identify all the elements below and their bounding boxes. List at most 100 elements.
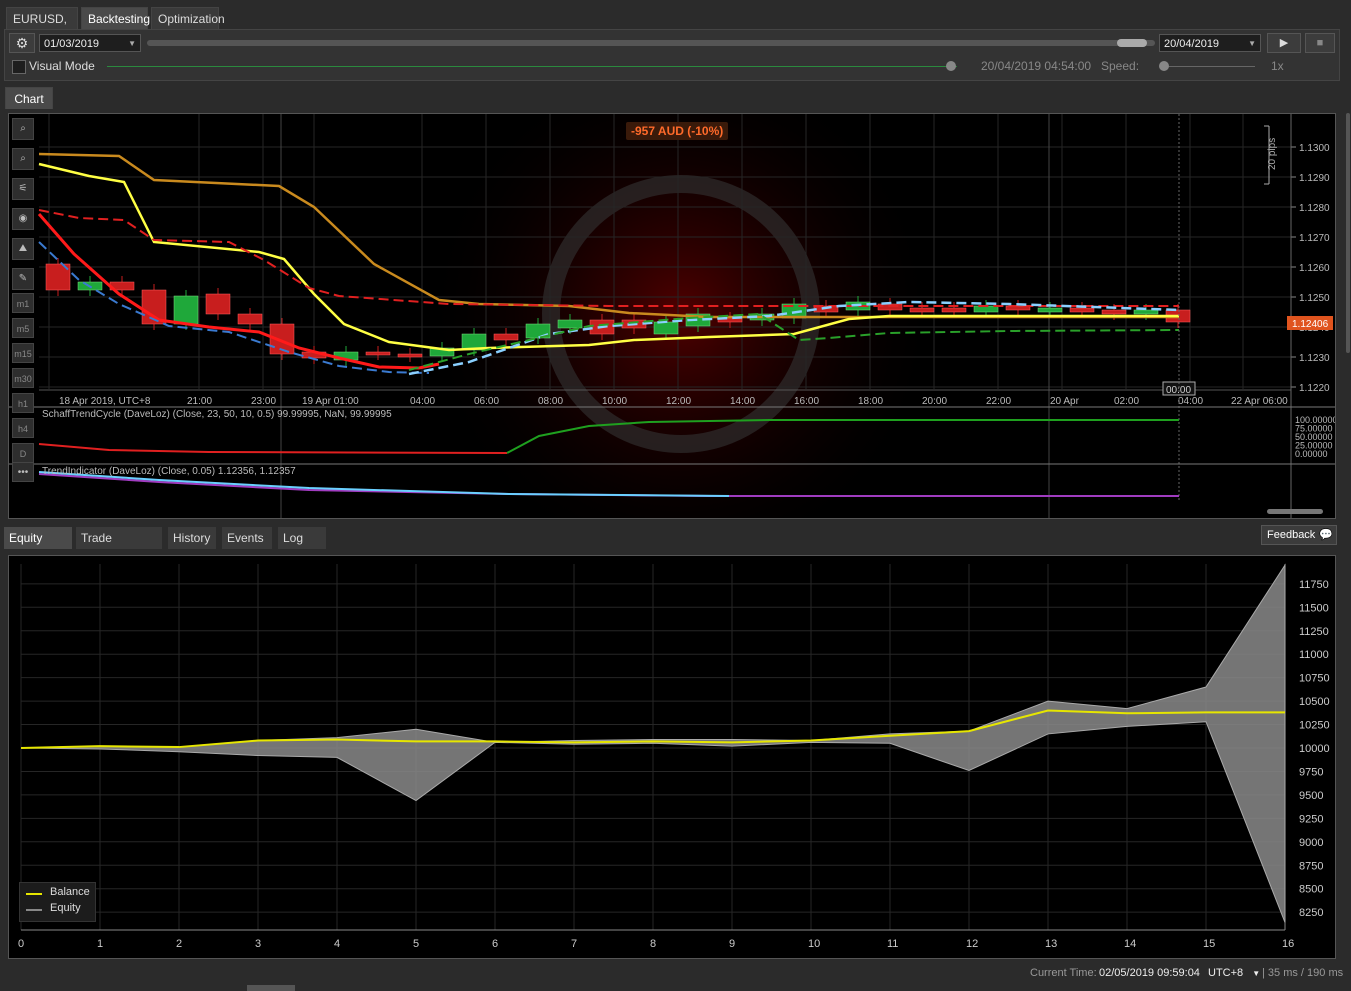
timeframe-m15-button[interactable]: m15 <box>12 343 34 363</box>
timeframe-m5-button[interactable]: m5 <box>12 318 34 338</box>
speed-label: Speed: <box>1101 59 1140 73</box>
drawing-icon[interactable]: ⛰ <box>12 238 34 260</box>
target-icon[interactable]: ◉ <box>12 208 34 230</box>
timezone-value: UTC+8 <box>1208 967 1244 979</box>
play-button[interactable]: ▶ <box>1267 33 1301 53</box>
tab-equity-chart[interactable]: Equity Chart <box>4 527 72 567</box>
date-range-slider[interactable] <box>147 40 1155 46</box>
timeframe-m1-button[interactable]: m1 <box>12 293 34 313</box>
equity-y-tick-label: 9500 <box>1299 790 1323 802</box>
zoom-in-icon[interactable]: ⌕ <box>12 118 34 140</box>
zoom-out-icon[interactable]: ⌕ <box>12 148 34 170</box>
equity-y-tick-label: 11500 <box>1299 602 1329 614</box>
timeframe-D-button[interactable]: D <box>12 443 34 463</box>
equity-x-tick-label: 0 <box>18 938 24 950</box>
timeframe-h4-button[interactable]: h4 <box>12 418 34 438</box>
time-tick-label: 18:00 <box>858 396 883 407</box>
chevron-down-icon: ▼ <box>128 39 136 48</box>
settings-gear-icon[interactable]: ⚙ <box>9 33 35 53</box>
time-tick-label: 02:00 <box>1114 396 1139 407</box>
equity-x-tick-label: 8 <box>650 938 656 950</box>
equity-x-tick-label: 3 <box>255 938 261 950</box>
time-tick-label: 18 Apr 2019, UTC+8 <box>59 396 151 407</box>
stop-button[interactable]: ■ <box>1305 33 1335 53</box>
visual-progress-handle[interactable] <box>946 61 956 71</box>
equity-y-tick-label: 8500 <box>1299 884 1323 896</box>
equity-legend: Balance Equity <box>19 882 96 922</box>
chart-horizontal-scrollbar[interactable] <box>1267 509 1323 514</box>
tab-chart[interactable]: Chart <box>5 87 53 109</box>
candle-body <box>205 293 231 315</box>
start-date-value: 01/03/2019 <box>44 38 100 50</box>
timeframe-h1-button[interactable]: h1 <box>12 393 34 413</box>
end-date-select[interactable]: 20/04/2019 ▼ <box>1159 34 1261 52</box>
equity-chart-panel: 11750 11500 11250 11000 10750 10500 10250 10000… <box>8 555 1336 959</box>
equity-x-tick-label: 14 <box>1124 938 1136 950</box>
speed-slider[interactable] <box>1165 66 1255 67</box>
legend-equity-label: Equity <box>50 902 81 914</box>
equity-y-tick-label: 8750 <box>1299 860 1323 872</box>
equity-y-tick-label: 11750 <box>1299 579 1329 591</box>
equity-y-tick-label: 9000 <box>1299 837 1323 849</box>
price-chart-svg[interactable]: 1.1300 1.1290 1.1280 1.1270 1.1260 1.1250 1.12… <box>9 114 1335 518</box>
feedback-button[interactable]: Feedback 💬 <box>1261 525 1337 545</box>
candle-body <box>493 333 519 341</box>
status-time-label: Current Time: <box>1030 967 1097 979</box>
price-tick-label: 1.1300 <box>1299 143 1330 154</box>
bottom-scroll-handle[interactable] <box>247 985 295 991</box>
equity-y-tick-label: 11250 <box>1299 626 1329 638</box>
start-date-select[interactable]: 01/03/2019 ▼ <box>39 34 141 52</box>
tab-symbol[interactable]: EURUSD, h1 <box>6 7 78 48</box>
candle-body <box>653 321 679 335</box>
price-tick-label: 1.1230 <box>1299 353 1330 364</box>
equity-x-tick-label: 7 <box>571 938 577 950</box>
tab-events[interactable]: Events <box>222 527 272 549</box>
tab-optimization[interactable]: Optimization <box>151 7 225 29</box>
time-tick-label: 20 Apr <box>1050 396 1080 407</box>
equity-x-tick-label: 13 <box>1045 938 1057 950</box>
more-options-icon[interactable]: ••• <box>12 462 34 482</box>
speed-value: 1x <box>1271 59 1284 73</box>
pnl-badge: -957 AUD (-10%) <box>626 122 729 140</box>
end-date-value: 20/04/2019 <box>1164 38 1220 50</box>
feedback-label: Feedback <box>1267 529 1316 541</box>
candle-body <box>1069 307 1095 313</box>
equity-x-tick-label: 10 <box>808 938 820 950</box>
candle-body <box>1037 307 1063 313</box>
candle-body <box>397 353 423 358</box>
timezone-select[interactable]: UTC+8 ▼ <box>1208 967 1260 979</box>
equity-y-tick-label: 10000 <box>1299 743 1330 755</box>
timeframe-m30-button[interactable]: m30 <box>12 368 34 388</box>
equity-chart-svg[interactable]: 1175011500112501100010750105001025010000… <box>9 556 1335 958</box>
equity-y-tick-label: 8250 <box>1299 907 1323 919</box>
time-tick-label: 06:00 <box>474 396 499 407</box>
legend-equity-swatch <box>26 909 42 911</box>
price-tick-label: 1.1280 <box>1299 203 1330 214</box>
status-timing: | 35 ms / 190 ms <box>1262 967 1344 979</box>
speed-handle[interactable] <box>1159 61 1169 71</box>
visual-mode-checkbox[interactable] <box>12 60 26 74</box>
tab-trade-statistics[interactable]: Trade Statistics <box>76 527 162 567</box>
tab-log[interactable]: Log <box>278 527 326 549</box>
tab-history[interactable]: History <box>168 527 216 549</box>
candle-body <box>173 295 199 325</box>
settings-icon[interactable]: ✎ <box>12 268 34 290</box>
price-marker-text: 1.12406 <box>1292 319 1329 330</box>
time-tick-label: 16:00 <box>794 396 819 407</box>
equity-x-tick-label: 15 <box>1203 938 1215 950</box>
backtest-toolbar: ⚙ 01/03/2019 ▼ 20/04/2019 ▼ ▶ ■ Visual Mod… <box>4 29 1340 81</box>
legend-balance-label: Balance <box>50 886 90 898</box>
date-range-handle[interactable] <box>1117 39 1147 47</box>
chat-bubble-icon: 💬 <box>1319 529 1334 541</box>
candles-icon[interactable]: ⚟ <box>12 178 34 200</box>
right-scrollbar[interactable] <box>1346 113 1350 353</box>
time-tick-label: 10:00 <box>602 396 627 407</box>
time-tick-label: 14:00 <box>730 396 755 407</box>
candle-body <box>941 307 967 313</box>
equity-x-tick-label: 12 <box>966 938 978 950</box>
equity-x-tick-label: 2 <box>176 938 182 950</box>
chevron-down-icon: ▼ <box>1248 39 1256 48</box>
time-tick-label: 22:00 <box>986 396 1011 407</box>
tab-backtesting[interactable]: Backtesting <box>81 7 150 29</box>
time-tick-label: 21:00 <box>187 396 212 407</box>
